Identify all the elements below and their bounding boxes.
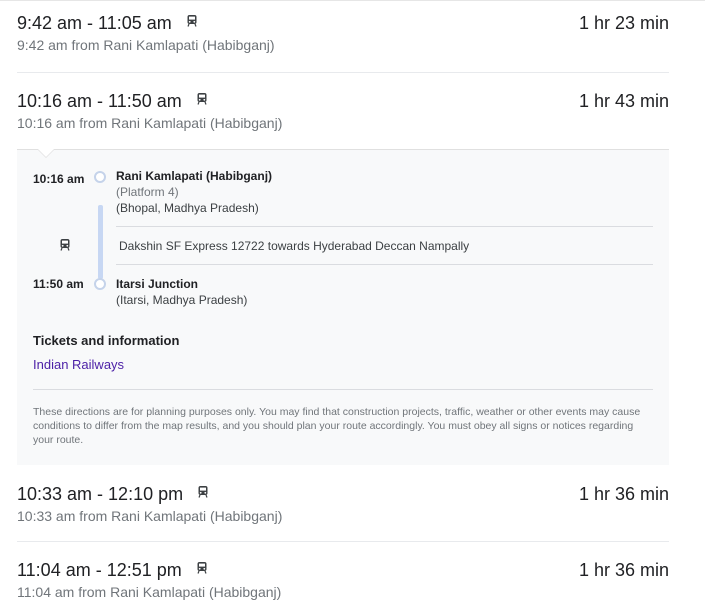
- planning-disclaimer: These directions are for planning purpos…: [33, 406, 641, 446]
- trip-departure: 10:16 am from Rani Kamlapati (Habibganj): [17, 115, 283, 131]
- trip-details-panel: 10:16 am Rani Kamlapati (Habibganj) (Pla…: [17, 149, 669, 465]
- trip-option-1[interactable]: 9:42 am - 11:05 am 1 hr 23 min 9:42 am f…: [17, 13, 669, 63]
- trip-option-3[interactable]: 10:33 am - 12:10 pm 1 hr 36 min 10:33 am…: [17, 484, 669, 534]
- divider: [33, 389, 653, 390]
- destination-time: 11:50 am: [33, 277, 84, 291]
- trip-time-range: 10:33 am - 12:10 pm: [17, 484, 208, 505]
- origin-time: 10:16 am: [33, 172, 85, 186]
- divider: [17, 541, 669, 542]
- trip-time-range: 11:04 am - 12:51 pm: [17, 560, 207, 581]
- origin-platform: (Platform 4): [116, 185, 179, 199]
- train-icon: [187, 15, 197, 27]
- trip-time-range: 10:16 am - 11:50 am: [17, 91, 207, 112]
- trip-option-4[interactable]: 11:04 am - 12:51 pm 1 hr 36 min 11:04 am…: [17, 560, 669, 602]
- destination-region: (Itarsi, Madhya Pradesh): [116, 293, 248, 307]
- tickets-heading: Tickets and information: [33, 333, 180, 348]
- top-divider: [0, 0, 705, 1]
- origin-stop-marker: [94, 171, 106, 183]
- trip-duration: 1 hr 23 min: [578, 13, 669, 33]
- trip-duration: 1 hr 43 min: [578, 91, 669, 111]
- trip-departure: 10:33 am from Rani Kamlapati (Habibganj): [17, 508, 283, 524]
- trip-duration: 1 hr 36 min: [578, 484, 669, 504]
- divider: [17, 72, 669, 73]
- trip-time-range: 9:42 am - 11:05 am: [17, 13, 197, 34]
- ticket-provider-link[interactable]: Indian Railways: [33, 357, 124, 372]
- trip-duration: 1 hr 36 min: [578, 560, 669, 580]
- destination-station-name[interactable]: Itarsi Junction: [116, 277, 198, 291]
- train-icon: [197, 562, 207, 574]
- divider: [116, 226, 653, 227]
- origin-region: (Bhopal, Madhya Pradesh): [116, 201, 259, 215]
- train-icon: [60, 239, 70, 251]
- train-service-name: Dakshin SF Express 12722 towards Hyderab…: [119, 239, 470, 253]
- trip-option-2[interactable]: 10:16 am - 11:50 am 1 hr 43 min 10:16 am…: [17, 91, 669, 141]
- divider: [116, 264, 653, 265]
- panel-pointer-fill: [38, 149, 54, 157]
- train-icon: [198, 486, 208, 498]
- train-icon: [197, 93, 207, 105]
- trip-departure: 11:04 am from Rani Kamlapati (Habibganj): [17, 584, 282, 600]
- route-line: [98, 205, 103, 279]
- trip-departure: 9:42 am from Rani Kamlapati (Habibganj): [17, 37, 275, 53]
- origin-station-name[interactable]: Rani Kamlapati (Habibganj): [116, 169, 272, 183]
- destination-stop-marker: [94, 278, 106, 290]
